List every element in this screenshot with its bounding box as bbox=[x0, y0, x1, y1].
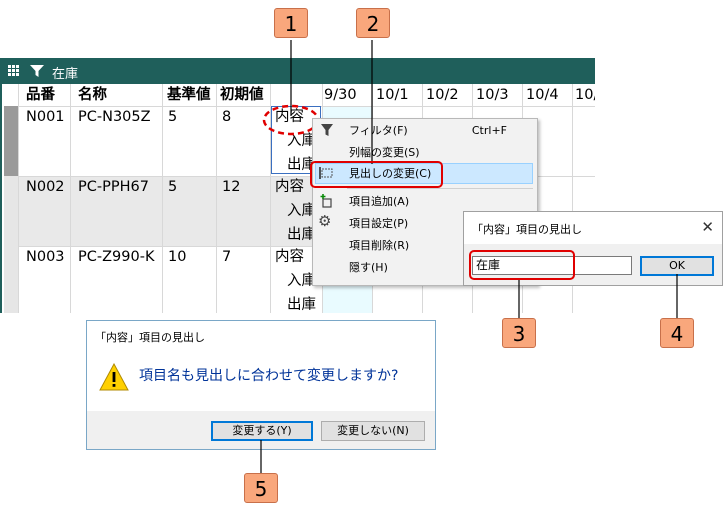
callout-badge: 2 bbox=[356, 8, 390, 38]
callout-lines bbox=[260, 40, 678, 473]
callout-badge: 5 bbox=[244, 473, 278, 503]
callout-badge: 4 bbox=[660, 318, 694, 348]
callout-badge: 3 bbox=[502, 318, 536, 348]
callout-badge: 1 bbox=[274, 8, 308, 38]
highlight-box bbox=[469, 250, 575, 280]
highlight-box bbox=[310, 161, 443, 188]
